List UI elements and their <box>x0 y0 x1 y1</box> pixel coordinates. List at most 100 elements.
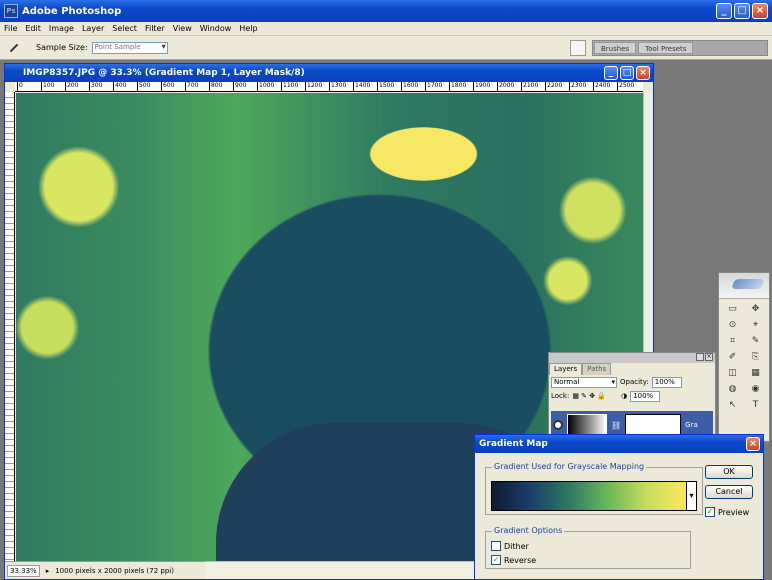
gradient-options-label: Gradient Options <box>492 526 565 535</box>
close-button[interactable]: × <box>752 3 768 19</box>
menu-image[interactable]: Image <box>49 24 74 33</box>
ruler-tick: 2100 <box>521 82 538 91</box>
opacity-input[interactable]: 100% <box>651 376 682 388</box>
menu-select[interactable]: Select <box>112 24 137 33</box>
menu-bar: File Edit Image Layer Select Filter View… <box>0 22 772 36</box>
ruler-tick: 1900 <box>473 82 490 91</box>
ruler-tick: 100 <box>41 82 54 91</box>
blur-tool-icon[interactable]: ◍ <box>722 382 743 396</box>
menu-view[interactable]: View <box>173 24 192 33</box>
doc-minimize-button[interactable]: _ <box>604 66 618 80</box>
dither-checkbox[interactable]: Dither <box>491 541 529 551</box>
doc-maximize-button[interactable]: □ <box>620 66 634 80</box>
ruler-tick: 200 <box>65 82 78 91</box>
menu-layer[interactable]: Layer <box>82 24 104 33</box>
ruler-tick: 1700 <box>425 82 442 91</box>
layer-mask-thumbnail[interactable] <box>625 414 682 436</box>
palette-well: Brushes Tool Presets <box>592 40 768 56</box>
stamp-tool-icon[interactable]: ⎘ <box>745 350 766 364</box>
ruler-tick: 1300 <box>329 82 346 91</box>
crop-tool-icon[interactable]: ⌗ <box>722 334 743 348</box>
dodge-tool-icon[interactable]: ◉ <box>745 382 766 396</box>
gradient-tool-icon[interactable]: ▦ <box>745 366 766 380</box>
preview-box[interactable]: ✓ <box>705 507 715 517</box>
history-brush-tool-icon[interactable]: ◫ <box>722 366 743 380</box>
palette-close-icon[interactable]: × <box>705 353 713 361</box>
ruler-tick: 300 <box>89 82 102 91</box>
palette-minimize-icon[interactable] <box>696 353 704 361</box>
ruler-tick: 2000 <box>497 82 514 91</box>
brush-tool-icon[interactable]: ✐ <box>722 350 743 364</box>
preview-checkbox[interactable]: ✓ Preview <box>705 507 749 517</box>
gradient-map-dialog: Gradient Map × Gradient Used for Graysca… <box>474 434 764 580</box>
reverse-checkbox[interactable]: ✓ Reverse <box>491 555 536 565</box>
maximize-button[interactable]: □ <box>734 3 750 19</box>
tools-header[interactable] <box>719 273 769 299</box>
ruler-tick: 600 <box>161 82 174 91</box>
lock-row: Lock: ▦ ✎ ✥ 🔒 ◑ 100% <box>549 389 715 403</box>
ok-button[interactable]: OK <box>705 465 753 479</box>
menu-window[interactable]: Window <box>200 24 232 33</box>
ruler-tick: 1100 <box>281 82 298 91</box>
blend-row: Normal Opacity: 100% <box>549 375 715 389</box>
ruler-tick: 1800 <box>449 82 466 91</box>
sample-size-select[interactable]: Point Sample <box>91 41 168 54</box>
ruler-tick: 2500 <box>617 82 634 91</box>
layers-tabs: Layers Paths <box>549 363 715 375</box>
reverse-label: Reverse <box>504 555 537 565</box>
lasso-tool-icon[interactable]: ⊙ <box>722 318 743 332</box>
blend-mode-select[interactable]: Normal <box>551 376 617 388</box>
dialog-close-button[interactable]: × <box>746 437 760 451</box>
tab-layers[interactable]: Layers <box>549 363 583 375</box>
tab-paths[interactable]: Paths <box>582 363 612 375</box>
eyedropper-icon[interactable] <box>6 41 20 55</box>
layers-palette: × Layers Paths Normal Opacity: 100% Lock… <box>548 352 716 442</box>
lock-icons[interactable]: ▦ ✎ ✥ 🔒 <box>572 392 606 400</box>
magic-wand-tool-icon[interactable]: ⌖ <box>745 318 766 332</box>
dialog-title-bar[interactable]: Gradient Map × <box>475 435 763 453</box>
ruler-tick: 400 <box>113 82 126 91</box>
menu-edit[interactable]: Edit <box>25 24 41 33</box>
gradient-preview[interactable] <box>491 481 687 511</box>
app-title-bar: Ps Adobe Photoshop _ □ × <box>0 0 772 22</box>
ruler-tick: 2300 <box>569 82 586 91</box>
move-tool-icon[interactable]: ✥ <box>745 302 766 316</box>
reverse-box[interactable]: ✓ <box>491 555 501 565</box>
zoom-level[interactable]: 33.33% <box>7 564 40 577</box>
type-tool-icon[interactable]: T <box>745 398 766 412</box>
minimize-button[interactable]: _ <box>716 3 732 19</box>
path-select-tool-icon[interactable]: ↖ <box>722 398 743 412</box>
slice-tool-icon[interactable]: ✎ <box>745 334 766 348</box>
tools-palette: ▭ ✥ ⊙ ⌖ ⌗ ✎ ✐ ⎘ ◫ ▦ ◍ ◉ ↖ T <box>718 272 770 442</box>
menu-file[interactable]: File <box>4 24 17 33</box>
gradient-dropdown-icon[interactable]: ▾ <box>687 481 697 511</box>
tab-brushes[interactable]: Brushes <box>594 42 637 54</box>
opacity-label: Opacity: <box>620 378 649 386</box>
doc-info-icon[interactable]: ▸ <box>46 567 50 575</box>
ruler-tick: 0 <box>17 82 23 91</box>
cancel-button[interactable]: Cancel <box>705 485 753 499</box>
options-bar: Sample Size: Point Sample Brushes Tool P… <box>0 36 772 60</box>
tab-tool-presets[interactable]: Tool Presets <box>638 42 694 54</box>
dither-box[interactable] <box>491 541 501 551</box>
ruler-tick: 1200 <box>305 82 322 91</box>
fill-input[interactable]: 100% <box>630 390 661 402</box>
fill-icon: ◑ <box>621 392 628 400</box>
layers-palette-header[interactable]: × <box>549 353 715 363</box>
layer-name: Gra <box>685 421 698 429</box>
ruler-tick: 900 <box>233 82 246 91</box>
marquee-tool-icon[interactable]: ▭ <box>722 302 743 316</box>
dialog-title: Gradient Map <box>479 439 548 449</box>
eye-icon[interactable] <box>553 420 563 430</box>
vertical-ruler <box>5 92 15 562</box>
app-title: Adobe Photoshop <box>22 5 122 17</box>
menu-help[interactable]: Help <box>239 24 257 33</box>
file-browser-icon[interactable] <box>570 40 586 56</box>
document-title-bar[interactable]: IMGP8357.JPG @ 33.3% (Gradient Map 1, La… <box>5 64 653 82</box>
ruler-tick: 800 <box>209 82 222 91</box>
ruler-tick: 2400 <box>593 82 610 91</box>
link-icon[interactable]: ⛓ <box>611 421 621 430</box>
menu-filter[interactable]: Filter <box>145 24 165 33</box>
doc-close-button[interactable]: × <box>636 66 650 80</box>
photoshop-icon: Ps <box>4 4 18 18</box>
